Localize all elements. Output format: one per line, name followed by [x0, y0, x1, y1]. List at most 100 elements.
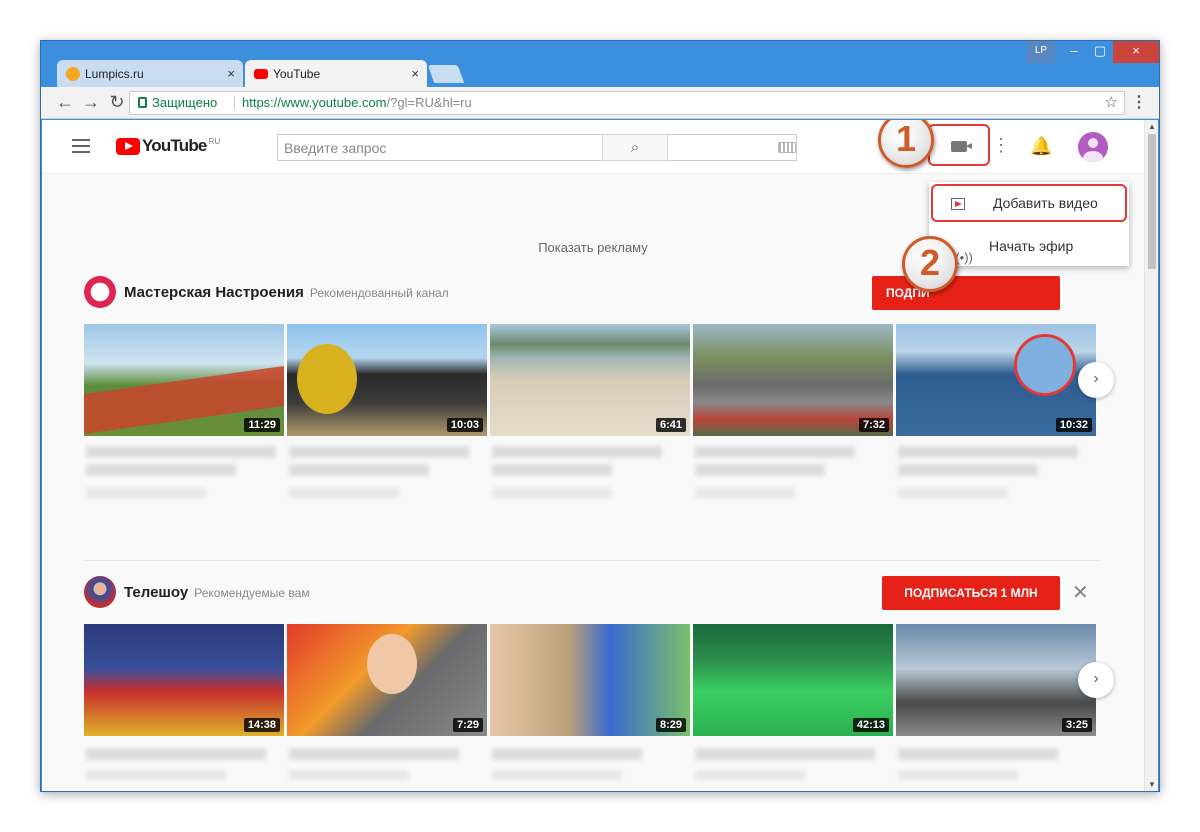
channel-subtitle: Рекомендованный канал: [309, 286, 449, 300]
search-box: [277, 134, 797, 161]
video-thumbnail[interactable]: 11:29: [84, 324, 284, 436]
video-title-placeholder: [695, 748, 875, 760]
apps-icon[interactable]: ⋮: [992, 135, 1010, 156]
dismiss-close-icon[interactable]: ✕: [1072, 580, 1089, 605]
scrollbar-thumb[interactable]: [1148, 134, 1156, 269]
search-input[interactable]: [278, 135, 788, 160]
new-tab-button[interactable]: [427, 65, 465, 83]
video-duration: 10:32: [1055, 418, 1092, 432]
address-bar[interactable]: Защищено https://www.youtube.com/?gl=RU&…: [129, 91, 1125, 115]
menu-item-upload-video-label: Добавить видео: [993, 195, 1098, 211]
maximize-button[interactable]: ▢: [1087, 41, 1113, 63]
video-meta-placeholder: [492, 488, 612, 498]
youtube-region-label: RU: [208, 136, 221, 146]
youtube-logo[interactable]: YouTube RU: [116, 136, 220, 156]
page-scrollbar[interactable]: ▲ ▼: [1144, 120, 1158, 791]
minimize-button[interactable]: –: [1061, 41, 1087, 63]
keyboard-icon[interactable]: [778, 142, 796, 153]
upload-video-icon: [951, 198, 965, 210]
youtube-favicon-icon: [254, 69, 268, 79]
channel-name: Мастерская Настроения: [124, 284, 304, 301]
video-title-placeholder: [289, 446, 469, 458]
tab-youtube[interactable]: YouTube ×: [245, 60, 427, 88]
video-duration: 42:13: [852, 718, 889, 732]
video-title-placeholder: [695, 446, 855, 458]
profile-badge[interactable]: LP: [1027, 41, 1055, 63]
video-title-placeholder: [86, 464, 236, 476]
video-duration: 10:03: [446, 418, 483, 432]
video-meta-placeholder: [898, 770, 1018, 780]
subscribe-button[interactable]: ПОДПИСАТЬСЯ 1 МЛН: [882, 576, 1060, 610]
video-title-placeholder: [898, 446, 1078, 458]
next-arrow-icon[interactable]: ›: [1078, 662, 1114, 698]
video-meta-placeholder: [86, 488, 206, 498]
video-title-placeholder: [492, 464, 612, 476]
channel-title[interactable]: Телешоу Рекомендуемые вам: [124, 584, 310, 601]
video-meta-placeholder: [695, 488, 795, 498]
channel-name: Телешоу: [124, 584, 189, 601]
shelf-divider: [84, 560, 1100, 561]
video-thumbnail[interactable]: 6:41: [490, 324, 690, 436]
menu-item-upload-video[interactable]: Добавить видео: [931, 184, 1127, 222]
video-thumbnail[interactable]: 8:29: [490, 624, 690, 736]
video-thumbnail[interactable]: 10:03: [287, 324, 487, 436]
video-camera-icon: [951, 140, 972, 152]
back-icon[interactable]: ←: [55, 93, 75, 111]
video-title-placeholder: [492, 446, 662, 458]
annotation-step-2: 2: [902, 236, 958, 292]
video-meta-placeholder: [492, 770, 622, 780]
forward-icon[interactable]: →: [81, 93, 101, 111]
video-title-placeholder: [289, 748, 459, 760]
title-bar: Lumpics.ru × YouTube × LP – ▢ ×: [41, 41, 1159, 88]
account-avatar[interactable]: [1078, 132, 1108, 162]
menu-item-go-live-label: Начать эфир: [989, 238, 1074, 254]
upload-button[interactable]: [928, 124, 990, 166]
notifications-bell-icon[interactable]: 🔔: [1030, 136, 1052, 157]
tab-close-icon[interactable]: ×: [411, 60, 419, 88]
thumbnail-art: [1014, 334, 1076, 396]
url-text: https://www.youtube.com/?gl=RU&hl=ru: [242, 92, 472, 114]
close-window-button[interactable]: ×: [1113, 41, 1159, 63]
video-duration: 7:32: [858, 418, 889, 432]
channel-title[interactable]: Мастерская Настроения Рекомендованный кан…: [124, 284, 449, 301]
channel-avatar[interactable]: [84, 576, 116, 608]
shelf-2: Телешоу Рекомендуемые вам ПОДПИСАТЬСЯ 1 М…: [84, 576, 1114, 791]
tab-close-icon[interactable]: ×: [227, 60, 235, 88]
menu-item-go-live[interactable]: ((•)) Начать эфир: [929, 226, 1129, 266]
video-title-placeholder: [898, 464, 1038, 476]
video-thumbnail[interactable]: 42:13: [693, 624, 893, 736]
youtube-logo-text: YouTube: [142, 136, 207, 155]
video-title-placeholder: [492, 748, 642, 760]
thumbnail-art: [367, 634, 417, 694]
tab-lumpics-label: Lumpics.ru: [85, 67, 144, 81]
subscribe-button[interactable]: ПОДПИ: [872, 276, 1060, 310]
scroll-down-icon[interactable]: ▼: [1148, 780, 1156, 789]
next-arrow-icon[interactable]: ›: [1078, 362, 1114, 398]
tab-youtube-label: YouTube: [273, 67, 321, 81]
upload-dropdown-menu: Добавить видео ((•)) Начать эфир: [929, 182, 1129, 266]
window-controls: LP – ▢ ×: [1027, 41, 1159, 63]
browser-menu-icon[interactable]: ⋮: [1131, 92, 1147, 112]
guide-menu-icon[interactable]: [72, 139, 90, 153]
tab-lumpics[interactable]: Lumpics.ru ×: [57, 60, 243, 88]
lock-icon: [138, 97, 147, 108]
secure-label: Защищено: [152, 95, 218, 110]
video-thumbnail[interactable]: 3:25: [896, 624, 1096, 736]
url-rest: /?gl=RU&hl=ru: [386, 95, 472, 110]
scroll-up-icon[interactable]: ▲: [1148, 122, 1156, 131]
video-title-placeholder: [289, 464, 429, 476]
video-thumbnail[interactable]: 7:32: [693, 324, 893, 436]
video-meta-placeholder: [289, 488, 399, 498]
bookmark-star-icon[interactable]: ☆: [1105, 92, 1118, 114]
video-thumbnail[interactable]: 10:32: [896, 324, 1096, 436]
video-meta-placeholder: [86, 770, 226, 780]
video-thumbnail[interactable]: 14:38: [84, 624, 284, 736]
video-duration: 14:38: [243, 718, 280, 732]
channel-avatar[interactable]: [84, 276, 116, 308]
video-thumbnail[interactable]: 7:29: [287, 624, 487, 736]
search-button[interactable]: ⌕: [602, 134, 668, 161]
browser-window: Lumpics.ru × YouTube × LP – ▢ × ← → ↻ За…: [40, 40, 1160, 792]
reload-icon[interactable]: ↻: [107, 93, 127, 111]
url-main: https://www.youtube.com: [242, 95, 387, 110]
page-viewport: YouTube RU ⌕ ⋮ 🔔 Добавить видео ((•)) Н: [42, 120, 1158, 791]
